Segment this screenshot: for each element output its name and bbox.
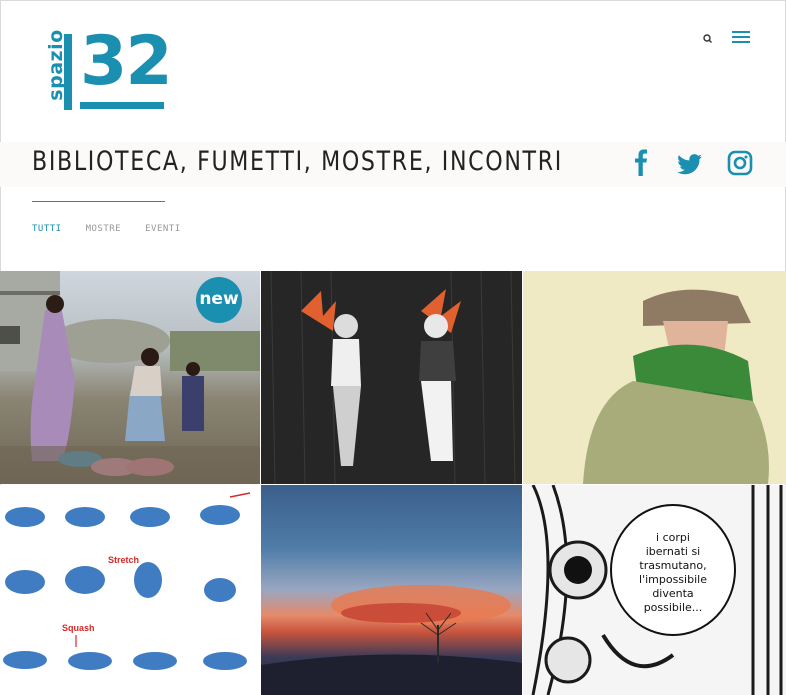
- filter-tabs: TUTTI MOSTRE EVENTI: [32, 224, 181, 234]
- tile-image: [523, 271, 786, 484]
- tile-image: [261, 585, 522, 695]
- divider: [32, 201, 165, 202]
- twitter-icon: [677, 154, 702, 175]
- speech-line-6: possibile...: [644, 601, 703, 614]
- menu-button[interactable]: [732, 31, 750, 47]
- stretch-label: Stretch: [108, 555, 139, 565]
- grid-item-6[interactable]: i corpi ibernati si trasmutano, l'imposs…: [523, 485, 786, 695]
- instagram-icon: [727, 150, 753, 176]
- filter-tutti[interactable]: TUTTI: [32, 224, 62, 234]
- grid-item-5[interactable]: [261, 485, 522, 695]
- speech-line-4: l'impossibile: [639, 573, 707, 586]
- page-title: BIBLIOTECA, FUMETTI, MOSTRE, INCONTRI: [32, 146, 563, 177]
- facebook-link[interactable]: [632, 148, 650, 178]
- grid-item-1[interactable]: new: [0, 271, 260, 484]
- new-badge: new: [196, 277, 242, 323]
- tile-image: [261, 271, 522, 484]
- speech-line-2: ibernati si: [646, 545, 701, 558]
- grid-item-4[interactable]: Stretch Squash: [0, 485, 260, 695]
- squash-label: Squash: [62, 623, 95, 633]
- logo-number: 32: [80, 22, 173, 101]
- speech-line-1: i corpi: [656, 531, 690, 544]
- menu-icon: [732, 31, 750, 43]
- tile-image: Stretch Squash: [0, 485, 260, 695]
- instagram-link[interactable]: [727, 148, 753, 178]
- grid-item-3[interactable]: [523, 271, 786, 484]
- speech-line-3: trasmutano,: [639, 559, 706, 572]
- twitter-link[interactable]: [676, 148, 704, 178]
- portfolio-grid: new Stretch Squash i corpi ibernati si t…: [0, 271, 786, 695]
- logo-underline: [80, 102, 164, 109]
- site-logo[interactable]: spazio 32: [32, 22, 173, 112]
- search-icon: [703, 34, 712, 43]
- filter-mostre[interactable]: MOSTRE: [86, 224, 122, 234]
- search-button[interactable]: [701, 32, 715, 46]
- tile-image: i corpi ibernati si trasmutano, l'imposs…: [523, 485, 786, 695]
- filter-eventi[interactable]: EVENTI: [145, 224, 181, 234]
- facebook-icon: [635, 149, 647, 176]
- grid-item-2[interactable]: [261, 271, 522, 484]
- logo-bar: [64, 34, 72, 110]
- speech-line-5: diventa: [652, 587, 693, 600]
